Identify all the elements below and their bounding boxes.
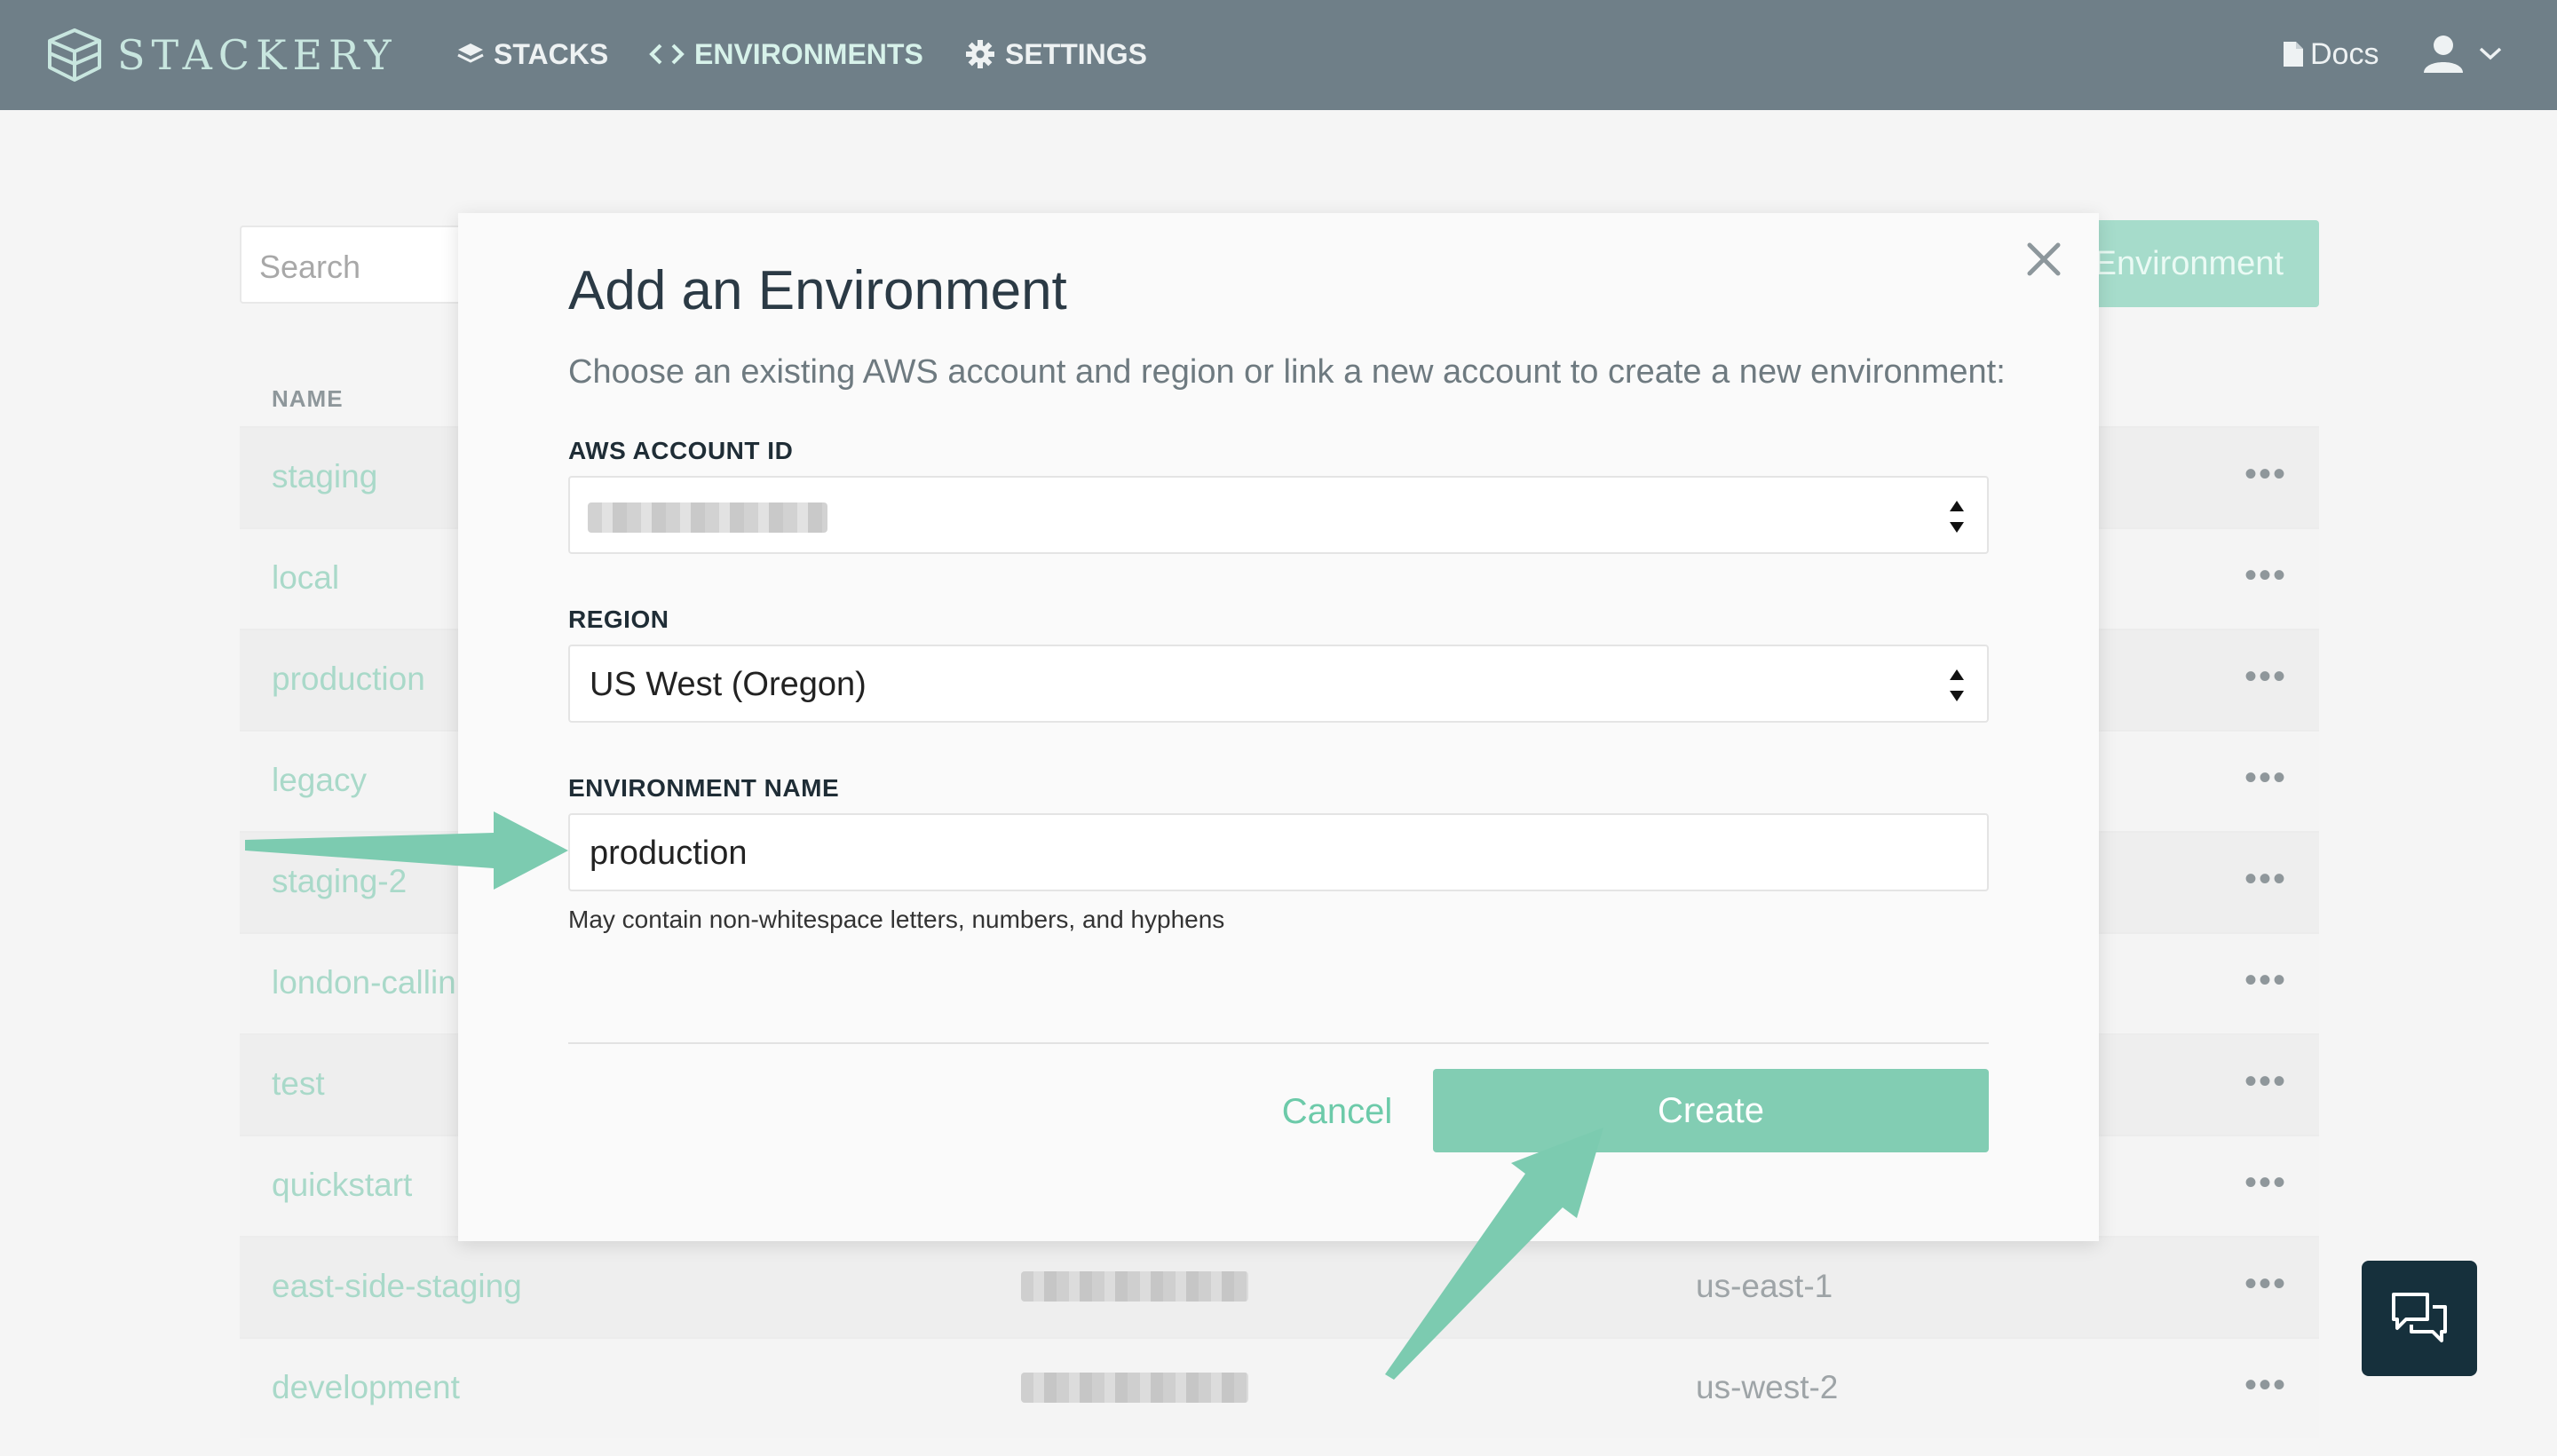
row-menu-icon[interactable]: ••• <box>2244 657 2287 697</box>
user-avatar-icon <box>2424 36 2463 73</box>
environment-name-link[interactable]: london-callin <box>272 964 456 1001</box>
row-menu-icon[interactable]: ••• <box>2244 1163 2287 1203</box>
row-menu-icon[interactable]: ••• <box>2244 1365 2287 1405</box>
environment-name-link[interactable]: local <box>272 559 339 597</box>
region-select-value: US West (Oregon) <box>590 666 867 703</box>
cancel-button[interactable]: Cancel <box>1248 1069 1426 1154</box>
select-arrows-icon <box>1950 501 1964 533</box>
top-nav-bar: STACKERY STACKS ENVIRONMENTS SETTINGS Do… <box>0 0 2557 110</box>
row-menu-icon[interactable]: ••• <box>2244 1062 2287 1102</box>
modal-title: Add an Environment <box>568 260 1067 321</box>
user-menu[interactable] <box>2422 28 2504 78</box>
region-select[interactable]: US West (Oregon) <box>568 645 1989 723</box>
environment-name-link[interactable]: quickstart <box>272 1167 412 1204</box>
docs-label: Docs <box>2310 36 2379 71</box>
row-menu-icon[interactable]: ••• <box>2244 859 2287 899</box>
environment-name-link[interactable]: development <box>272 1369 460 1406</box>
nav-stacks-label: STACKS <box>494 37 609 70</box>
table-row[interactable]: development us-west-2 ••• <box>240 1337 2319 1438</box>
stackery-logo-icon <box>48 28 101 82</box>
modal-divider <box>568 1042 1989 1044</box>
nav-settings-label: SETTINGS <box>1005 37 1148 70</box>
table-row[interactable]: east-side-staging us-east-1 ••• <box>240 1236 2319 1337</box>
docs-link[interactable]: Docs <box>2282 34 2379 75</box>
nav-environments-label: ENVIRONMENTS <box>694 37 923 70</box>
redacted-account-id <box>1021 1373 1248 1403</box>
chat-bubbles-icon <box>2392 1293 2447 1342</box>
environment-name-input[interactable]: production <box>568 813 1989 891</box>
column-header-name: NAME <box>272 385 344 412</box>
environment-name-link[interactable]: east-side-staging <box>272 1268 522 1305</box>
brand-logo[interactable]: STACKERY <box>44 23 398 87</box>
row-menu-icon[interactable]: ••• <box>2244 455 2287 495</box>
gear-icon <box>966 40 994 68</box>
environment-name-link[interactable]: test <box>272 1065 325 1103</box>
region-label: REGION <box>568 605 669 633</box>
nav-stacks[interactable]: STACKS <box>456 34 608 75</box>
row-menu-icon[interactable]: ••• <box>2244 1264 2287 1304</box>
aws-account-id-select[interactable] <box>568 476 1989 554</box>
environment-name-label: ENVIRONMENT NAME <box>568 774 840 802</box>
row-menu-icon[interactable]: ••• <box>2244 758 2287 798</box>
add-environment-label: Environment <box>2094 244 2284 282</box>
environment-name-link[interactable]: legacy <box>272 762 367 799</box>
layers-icon <box>457 44 484 63</box>
select-arrows-icon <box>1950 669 1964 701</box>
environment-name-value: production <box>590 835 748 872</box>
create-button[interactable]: Create <box>1433 1069 1989 1152</box>
aws-account-id-label: AWS ACCOUNT ID <box>568 437 794 464</box>
redacted-account-id <box>1021 1271 1248 1302</box>
modal-description: Choose an existing AWS account and regio… <box>568 353 2006 391</box>
document-icon <box>2284 42 2303 67</box>
environment-name-link[interactable]: production <box>272 661 425 698</box>
row-menu-icon[interactable]: ••• <box>2244 556 2287 596</box>
chevron-down-icon <box>2479 47 2502 60</box>
redacted-account-id <box>588 502 827 533</box>
nav-environments[interactable]: ENVIRONMENTS <box>648 34 923 75</box>
environment-region: us-west-2 <box>1696 1369 1839 1405</box>
environment-name-hint: May contain non-whitespace letters, numb… <box>568 906 1225 933</box>
row-menu-icon[interactable]: ••• <box>2244 961 2287 1001</box>
brand-name: STACKERY <box>117 31 398 79</box>
environment-name-link[interactable]: staging <box>272 458 377 495</box>
environment-region: us-east-1 <box>1696 1268 1833 1304</box>
nav-settings[interactable]: SETTINGS <box>964 34 1147 75</box>
chat-widget-button[interactable] <box>2362 1261 2477 1376</box>
code-brackets-icon <box>649 44 685 65</box>
close-icon[interactable] <box>2023 238 2065 281</box>
environment-name-link[interactable]: staging-2 <box>272 863 407 900</box>
